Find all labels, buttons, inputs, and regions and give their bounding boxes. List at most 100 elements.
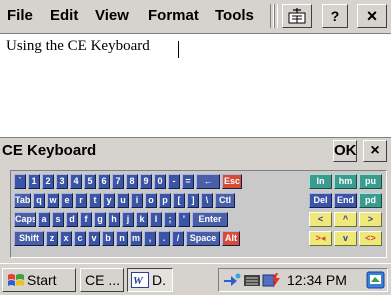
key-tab[interactable]: Tab: [14, 193, 31, 208]
help-button[interactable]: ?: [322, 4, 348, 28]
key-x[interactable]: x: [60, 231, 72, 246]
key-caps[interactable]: Caps: [14, 212, 36, 227]
key-arrow-left[interactable]: <: [309, 212, 332, 227]
key-t[interactable]: t: [89, 193, 101, 208]
key-quote[interactable]: ': [178, 212, 190, 227]
key-backspace[interactable]: ←: [196, 174, 220, 189]
key-j[interactable]: j: [122, 212, 134, 227]
keyboard-icon: [288, 8, 306, 24]
key-1[interactable]: 1: [28, 174, 40, 189]
key-z[interactable]: z: [46, 231, 58, 246]
key-shift[interactable]: Shift: [14, 231, 44, 246]
battery-power-icon[interactable]: [262, 271, 282, 289]
key-4[interactable]: 4: [70, 174, 82, 189]
key-g[interactable]: g: [94, 212, 106, 227]
key-r[interactable]: r: [75, 193, 87, 208]
key-f[interactable]: f: [80, 212, 92, 227]
key-d[interactable]: d: [66, 212, 78, 227]
key-semicolon[interactable]: ;: [164, 212, 176, 227]
key-u[interactable]: u: [117, 193, 129, 208]
input-panel-button[interactable]: [282, 4, 312, 28]
desktop-icon[interactable]: [366, 271, 385, 289]
key-2[interactable]: 2: [42, 174, 54, 189]
key-q[interactable]: q: [33, 193, 45, 208]
key-arrow-shrink[interactable]: >◂: [309, 231, 332, 246]
key-3[interactable]: 3: [56, 174, 68, 189]
key-6[interactable]: 6: [98, 174, 110, 189]
key-esc[interactable]: Esc: [222, 174, 242, 189]
key-9[interactable]: 9: [140, 174, 152, 189]
key-comma[interactable]: ,: [144, 231, 156, 246]
key-0[interactable]: 0: [154, 174, 166, 189]
key-backtick[interactable]: `: [14, 174, 26, 189]
key-backslash[interactable]: \: [201, 193, 213, 208]
key-m[interactable]: m: [130, 231, 142, 246]
key-k[interactable]: k: [136, 212, 148, 227]
menu-file[interactable]: File: [7, 7, 33, 25]
svg-text:W: W: [133, 275, 144, 287]
ce-keyboard-panel: CE Keyboard OK × ` 1 2 3 4 5 6 7 8 9 0 -…: [0, 137, 391, 263]
key-arrow-expand[interactable]: <>: [359, 231, 382, 246]
task-ce-label: CE ...: [85, 272, 121, 288]
key-y[interactable]: y: [103, 193, 115, 208]
windows-flag-icon: [8, 274, 24, 286]
key-7[interactable]: 7: [112, 174, 124, 189]
keyboard-close-button[interactable]: ×: [363, 140, 387, 162]
key-n[interactable]: n: [116, 231, 128, 246]
clock[interactable]: 12:34 PM: [287, 272, 347, 288]
key-arrow-right[interactable]: >: [359, 212, 382, 227]
key-b[interactable]: b: [102, 231, 114, 246]
key-insert[interactable]: In: [309, 174, 332, 189]
key-w[interactable]: w: [47, 193, 59, 208]
menu-tools[interactable]: Tools: [215, 7, 254, 25]
key-5[interactable]: 5: [84, 174, 96, 189]
key-period[interactable]: .: [158, 231, 170, 246]
key-enter[interactable]: Enter: [192, 212, 228, 227]
menu-format[interactable]: Format: [148, 7, 199, 25]
key-arrow-up[interactable]: ^: [334, 212, 357, 227]
key-v[interactable]: v: [88, 231, 100, 246]
key-end[interactable]: End: [334, 193, 357, 208]
menu-view[interactable]: View: [95, 7, 129, 25]
menu-bar: File Edit View Format Tools ? ×: [0, 0, 391, 34]
system-tray: 12:34 PM: [218, 268, 388, 292]
key-arrow-down[interactable]: v: [334, 231, 357, 246]
close-button[interactable]: ×: [357, 4, 387, 28]
key-home[interactable]: hm: [334, 174, 357, 189]
key-8[interactable]: 8: [126, 174, 138, 189]
key-space[interactable]: Space: [186, 231, 220, 246]
key-alt[interactable]: Alt: [222, 231, 240, 246]
input-keyboard-icon[interactable]: [243, 272, 261, 288]
document-area[interactable]: Using the CE Keyboard: [0, 34, 391, 137]
nav-row-1: In hm pu: [309, 174, 382, 189]
taskbar-task-wordpad[interactable]: W D.: [127, 268, 173, 292]
key-minus[interactable]: -: [168, 174, 180, 189]
key-h[interactable]: h: [108, 212, 120, 227]
start-button[interactable]: Start: [2, 268, 76, 292]
key-a[interactable]: a: [38, 212, 50, 227]
menu-separator: [274, 4, 278, 28]
keyboard-keys-area: ` 1 2 3 4 5 6 7 8 9 0 - = ← Esc Tab q w …: [10, 170, 387, 258]
key-delete[interactable]: Del: [309, 193, 332, 208]
key-c[interactable]: c: [74, 231, 86, 246]
key-equals[interactable]: =: [182, 174, 194, 189]
key-page-up[interactable]: pu: [359, 174, 382, 189]
connection-icon[interactable]: [223, 272, 241, 288]
key-s[interactable]: s: [52, 212, 64, 227]
taskbar-task-ce[interactable]: CE ...: [80, 268, 124, 292]
key-row-1: ` 1 2 3 4 5 6 7 8 9 0 - = ← Esc: [14, 174, 242, 189]
ok-button[interactable]: OK: [333, 140, 357, 162]
taskbar: Start CE ... W D. 12:34 PM: [0, 263, 391, 295]
key-left-bracket[interactable]: [: [173, 193, 185, 208]
key-l[interactable]: l: [150, 212, 162, 227]
key-ctl[interactable]: Ctl: [215, 193, 235, 208]
key-e[interactable]: e: [61, 193, 73, 208]
key-i[interactable]: i: [131, 193, 143, 208]
key-p[interactable]: p: [159, 193, 171, 208]
menu-edit[interactable]: Edit: [50, 7, 78, 25]
key-page-down[interactable]: pd: [359, 193, 382, 208]
key-slash[interactable]: /: [172, 231, 184, 246]
key-o[interactable]: o: [145, 193, 157, 208]
key-right-bracket[interactable]: ]: [187, 193, 199, 208]
nav-row-2: Del End pd: [309, 193, 382, 208]
